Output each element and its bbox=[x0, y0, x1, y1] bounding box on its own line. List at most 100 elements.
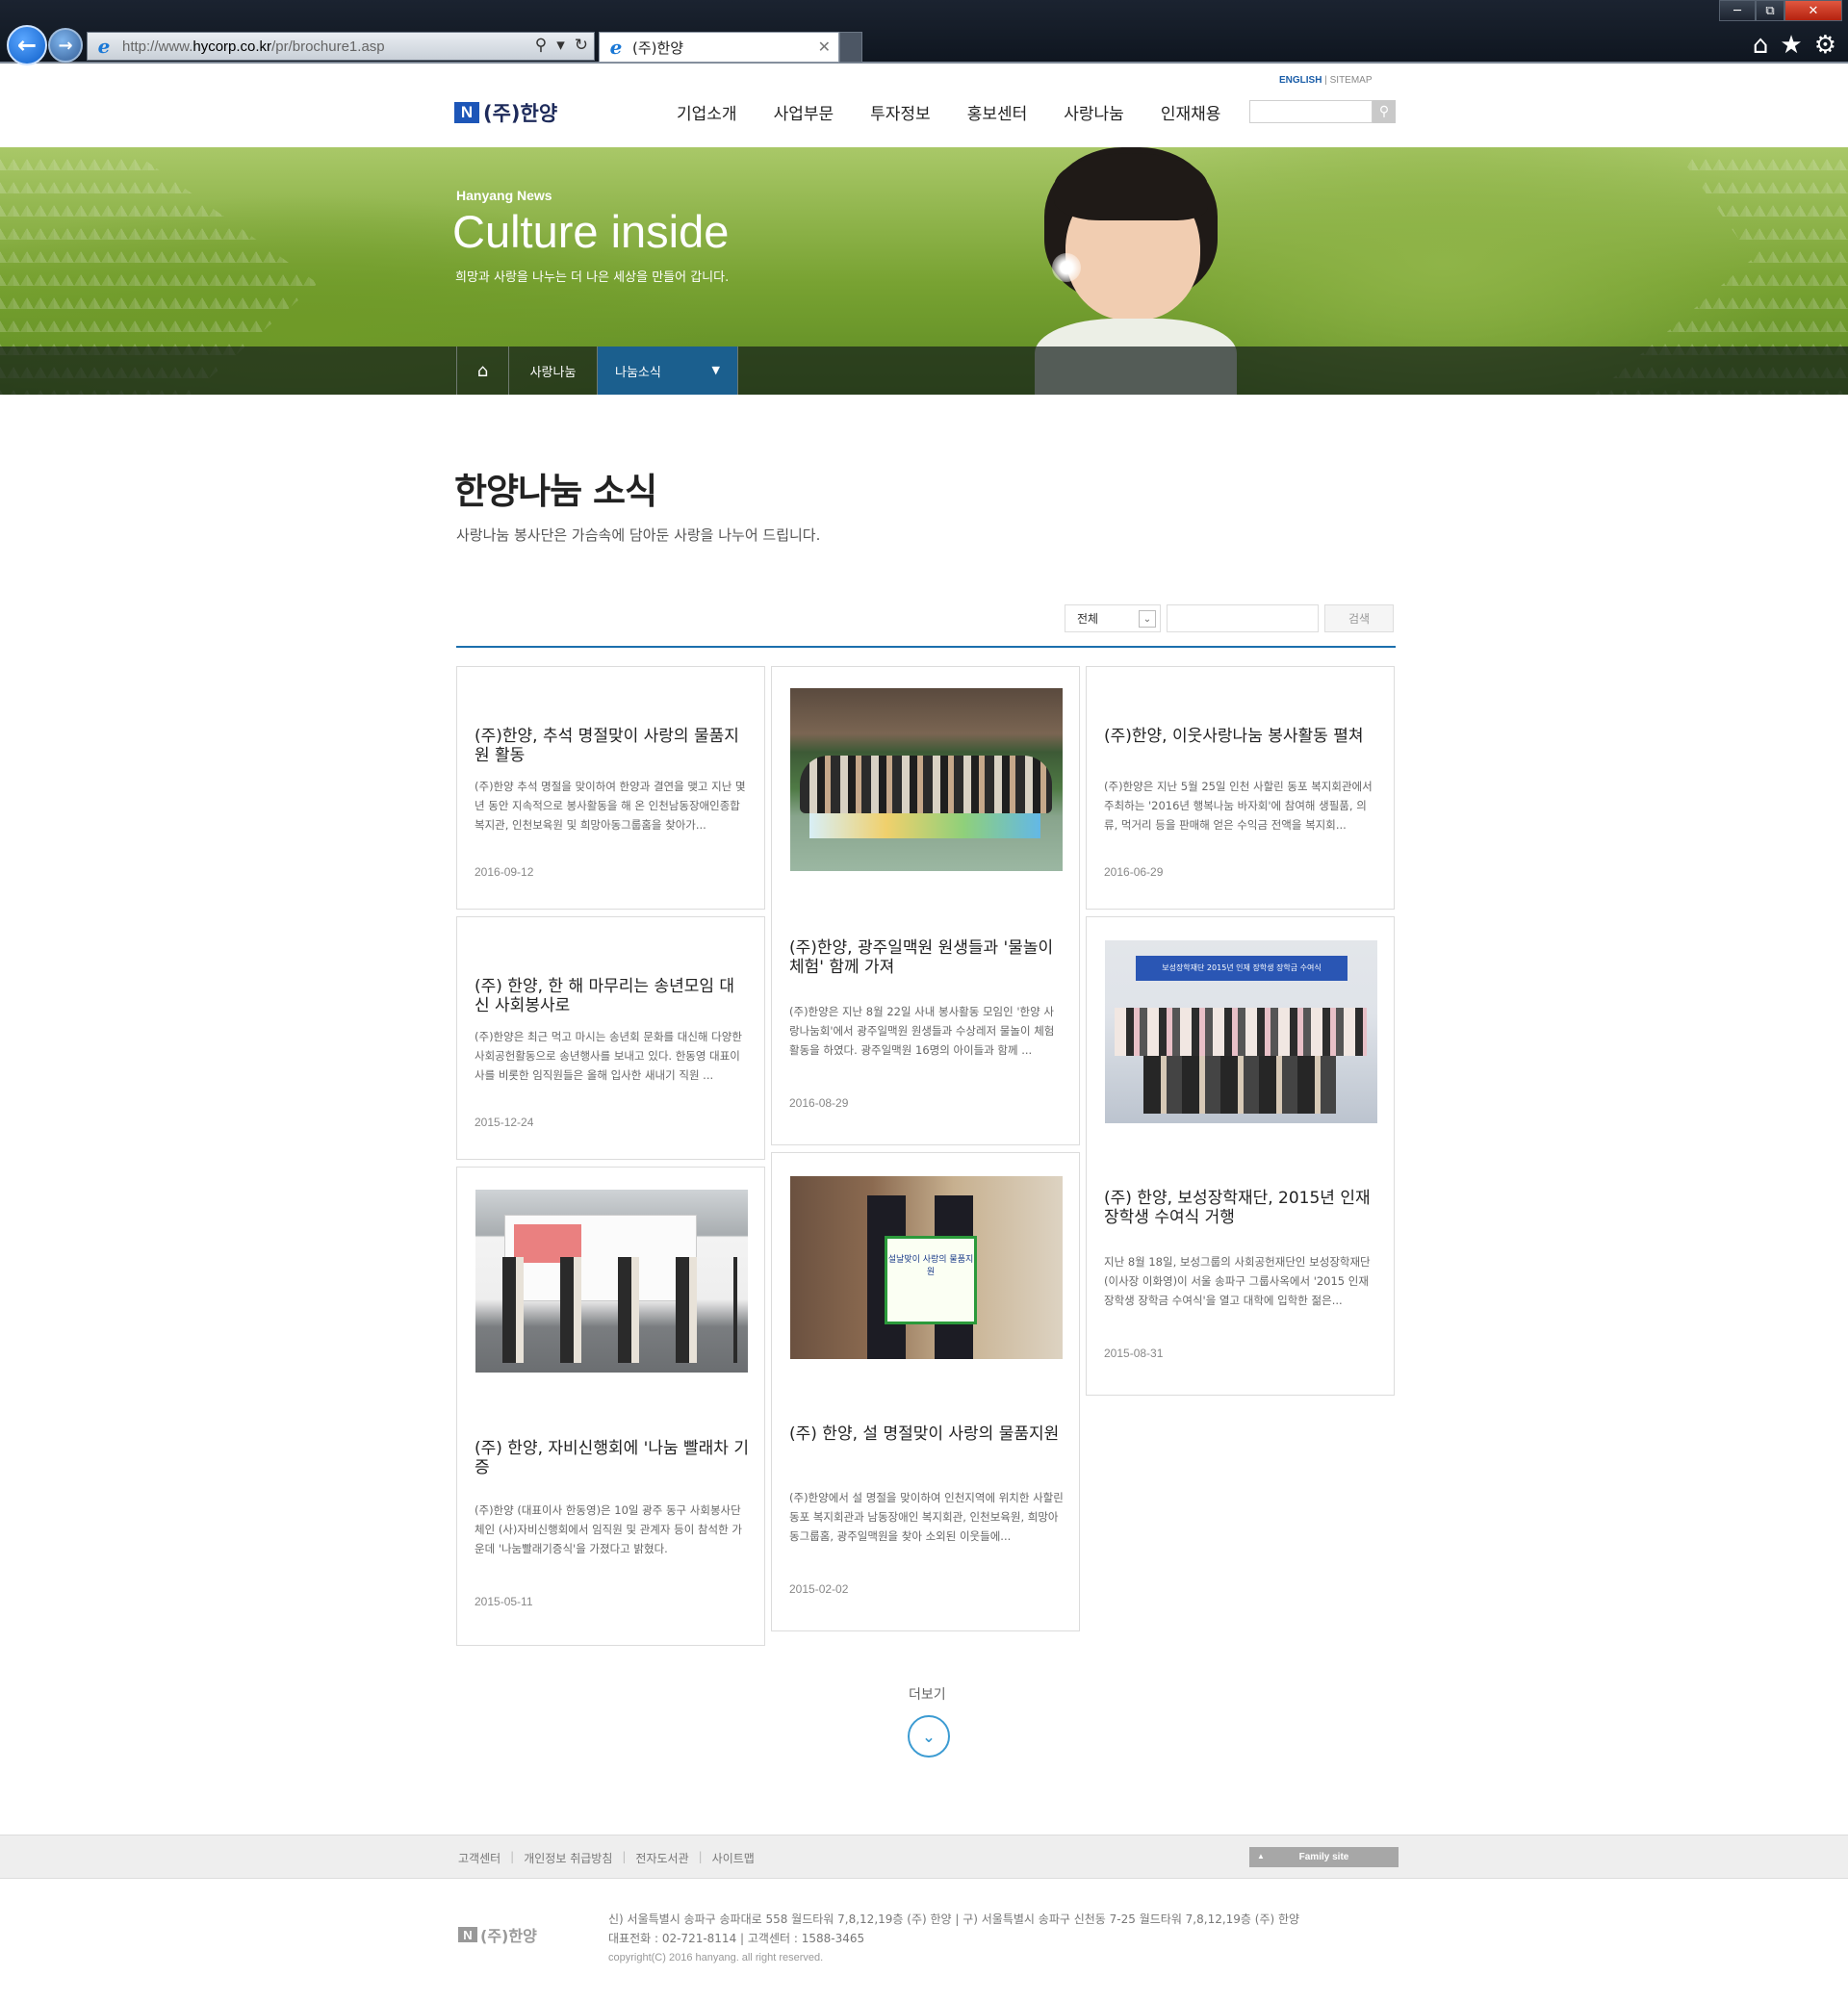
tab-title: (주)한양 bbox=[632, 38, 684, 57]
card-excerpt: (주)한양은 지난 8월 22일 사내 봉사활동 모임인 '한양 사랑나눔회'에… bbox=[789, 1005, 1055, 1057]
card-title[interactable]: (주) 한양, 설 명절맞이 사랑의 물품지원 bbox=[789, 1424, 1064, 1444]
card-title[interactable]: (주)한양, 이웃사랑나눔 봉사활동 펼쳐 bbox=[1104, 727, 1378, 746]
banner-title: Culture inside bbox=[452, 206, 730, 257]
site-search-input[interactable] bbox=[1249, 100, 1373, 123]
site-search-button[interactable]: ⚲ bbox=[1373, 100, 1396, 123]
english-link[interactable]: ENGLISH bbox=[1279, 75, 1322, 86]
breadcrumb-level2-label: 나눔소식 bbox=[615, 365, 661, 380]
breadcrumb-level1[interactable]: 사랑나눔 bbox=[509, 346, 598, 395]
caret-up-icon: ▲ bbox=[1257, 1852, 1265, 1861]
keyword-input[interactable] bbox=[1167, 604, 1319, 632]
dropdown-icon[interactable]: ▾ bbox=[556, 36, 565, 55]
logo-mark-icon: N bbox=[454, 102, 479, 123]
family-site-label: Family site bbox=[1298, 1852, 1349, 1862]
caret-down-icon: ▼ bbox=[711, 364, 720, 376]
card-title[interactable]: (주)한양, 추석 명절맞이 사랑의 물품지원 활동 bbox=[475, 727, 749, 765]
footer-link-sitemap[interactable]: 사이트맵 bbox=[712, 1850, 755, 1866]
close-icon[interactable]: ✕ bbox=[818, 38, 831, 56]
card-thumbnail[interactable]: 보성장학재단 2015년 인재 장학생 장학금 수여식 bbox=[1105, 940, 1377, 1123]
card-thumbnail[interactable] bbox=[790, 688, 1063, 871]
utility-links: ENGLISH | SITEMAP bbox=[1279, 75, 1373, 86]
board-search-button[interactable]: 검색 bbox=[1324, 604, 1394, 632]
card-title[interactable]: (주)한양, 광주일맥원 원생들과 '물놀이 체험' 함께 가져 bbox=[789, 938, 1064, 977]
logo-mark-icon: N bbox=[458, 1927, 477, 1942]
nav-item-recruit[interactable]: 인재채용 bbox=[1161, 100, 1221, 124]
breadcrumb-level2[interactable]: 나눔소식 ▼ bbox=[598, 346, 738, 395]
logo-text: (주)한양 bbox=[483, 102, 558, 125]
nav-item-business[interactable]: 사업부문 bbox=[774, 100, 834, 124]
forward-button[interactable]: → bbox=[48, 28, 83, 63]
ie-icon: e bbox=[97, 35, 111, 58]
banner-description: 희망과 사랑을 나누는 더 나은 세상을 만들어 갑니다. bbox=[455, 270, 730, 285]
category-select[interactable]: 전체 ⌄ bbox=[1065, 604, 1161, 632]
back-button[interactable]: ← bbox=[7, 25, 47, 65]
chevron-down-icon: ⌄ bbox=[1139, 610, 1156, 628]
footer-link-privacy[interactable]: 개인정보 취급방침 bbox=[524, 1850, 612, 1866]
news-card[interactable]: (주)한양, 광주일맥원 원생들과 '물놀이 체험' 함께 가져 (주)한양은 … bbox=[771, 666, 1080, 1145]
card-title[interactable]: (주) 한양, 보성장학재단, 2015년 인재 장학생 수여식 거행 bbox=[1104, 1189, 1378, 1227]
news-card[interactable]: 설날맞이 사랑의 물품지원 (주) 한양, 설 명절맞이 사랑의 물품지원 (주… bbox=[771, 1152, 1080, 1631]
card-excerpt: (주)한양에서 설 명절을 맞이하여 인천지역에 위치한 사할린동포 복지회관과… bbox=[789, 1491, 1064, 1543]
card-date: 2015-05-11 bbox=[475, 1595, 533, 1608]
sitemap-link[interactable]: SITEMAP bbox=[1330, 75, 1373, 86]
card-thumbnail[interactable]: 설날맞이 사랑의 물품지원 bbox=[790, 1176, 1063, 1359]
card-date: 2015-12-24 bbox=[475, 1116, 534, 1129]
footer-copyright: copyright(C) 2016 hanyang. all right res… bbox=[608, 1952, 824, 1964]
news-card[interactable]: (주)한양, 추석 명절맞이 사랑의 물품지원 활동 (주)한양 추석 명절을 … bbox=[456, 666, 765, 910]
url-path: /pr/brochure1.asp bbox=[271, 38, 385, 55]
maximize-button[interactable]: ⧉ bbox=[1756, 0, 1784, 21]
page-description: 사랑나눔 봉사단은 가슴속에 담아둔 사랑을 나누어 드립니다. bbox=[456, 526, 821, 544]
footer-link-library[interactable]: 전자도서관 bbox=[635, 1850, 688, 1866]
search-icon: ⚲ bbox=[1378, 104, 1390, 119]
hero-banner: Hanyang News Culture inside 희망과 사랑을 나누는 … bbox=[0, 147, 1848, 395]
search-icon[interactable]: ⚲ bbox=[535, 36, 547, 55]
footer-links-bar: 고객센터 | 개인정보 취급방침 | 전자도서관 | 사이트맵 ▲ Family si… bbox=[0, 1835, 1848, 1879]
refresh-icon[interactable]: ↻ bbox=[575, 36, 588, 55]
url-prefix: http://www. bbox=[122, 38, 193, 55]
new-tab-button[interactable] bbox=[839, 32, 862, 63]
nav-item-company[interactable]: 기업소개 bbox=[677, 100, 737, 124]
minimize-button[interactable]: ─ bbox=[1719, 0, 1756, 21]
card-thumbnail[interactable] bbox=[475, 1190, 748, 1373]
news-card[interactable]: (주) 한양, 자비신행회에 '나눔 빨래차 기증 (주)한양 (대표이사 한동… bbox=[456, 1167, 765, 1646]
address-url: http://www.hycorp.co.kr/pr/brochure1.asp bbox=[122, 38, 385, 55]
news-card[interactable]: (주)한양, 이웃사랑나눔 봉사활동 펼쳐 (주)한양은 지난 5월 25일 인… bbox=[1086, 666, 1395, 910]
footer-info: 신) 서울특별시 송파구 송파대로 558 월드타워 7,8,12,19층 (주… bbox=[608, 1910, 1299, 1967]
browser-tab[interactable]: e (주)한양 ✕ bbox=[599, 32, 839, 63]
category-select-value: 전체 bbox=[1077, 612, 1099, 626]
nav-item-sharing[interactable]: 사랑나눔 bbox=[1064, 100, 1124, 124]
site-logo[interactable]: N (주)한양 bbox=[454, 98, 557, 127]
footer-address: 신) 서울특별시 송파구 송파대로 558 월드타워 7,8,12,19층 (주… bbox=[608, 1912, 1300, 1926]
card-date: 2015-08-31 bbox=[1104, 1347, 1164, 1360]
ie-icon: e bbox=[609, 36, 623, 59]
photo-sign-text: 설날맞이 사랑의 물품지원 bbox=[885, 1236, 977, 1324]
card-excerpt: (주)한양은 최근 먹고 마시는 송년회 문화를 대신해 다양한 사회공헌활동으… bbox=[475, 1030, 742, 1082]
family-site-select[interactable]: ▲ Family site bbox=[1249, 1847, 1399, 1867]
settings-gear-icon[interactable]: ⚙ bbox=[1814, 31, 1836, 60]
card-date: 2015-02-02 bbox=[789, 1582, 849, 1596]
nav-item-pr[interactable]: 홍보센터 bbox=[967, 100, 1028, 124]
footer-logo-text: (주)한양 bbox=[480, 1927, 537, 1945]
main-nav: 기업소개 사업부문 투자정보 홍보센터 사랑나눔 인재채용 bbox=[677, 100, 1220, 124]
card-title[interactable]: (주) 한양, 자비신행회에 '나눔 빨래차 기증 bbox=[475, 1439, 749, 1477]
news-card[interactable]: 보성장학재단 2015년 인재 장학생 장학금 수여식 (주) 한양, 보성장학… bbox=[1086, 916, 1395, 1396]
news-card[interactable]: (주) 한양, 한 해 마무리는 송년모임 대신 사회봉사로 (주)한양은 최근… bbox=[456, 916, 765, 1160]
footer-link-customer[interactable]: 고객센터 bbox=[458, 1850, 500, 1866]
card-date: 2016-06-29 bbox=[1104, 865, 1164, 879]
more-label[interactable]: 더보기 bbox=[909, 1684, 946, 1704]
chevron-down-icon: ⌄ bbox=[922, 1727, 936, 1746]
address-bar[interactable]: e http://www.hycorp.co.kr/pr/brochure1.a… bbox=[87, 32, 595, 61]
window-close-button[interactable]: ✕ bbox=[1784, 0, 1842, 21]
card-excerpt: (주)한양은 지난 5월 25일 인천 사할린 동포 복지회관에서 주최하는 '… bbox=[1104, 780, 1373, 832]
home-icon[interactable]: ⌂ bbox=[1753, 31, 1769, 60]
more-button[interactable]: ⌄ bbox=[908, 1715, 950, 1758]
site-search: ⚲ bbox=[1249, 100, 1396, 123]
banner-subtitle: Hanyang News bbox=[456, 188, 552, 203]
card-excerpt: 지난 8월 18일, 보성그룹의 사회공헌재단인 보성장학재단(이사장 이화영)… bbox=[1104, 1255, 1371, 1307]
nav-item-investor[interactable]: 투자정보 bbox=[870, 100, 931, 124]
home-icon[interactable]: ⌂ bbox=[457, 346, 509, 395]
card-title[interactable]: (주) 한양, 한 해 마무리는 송년모임 대신 사회봉사로 bbox=[475, 977, 749, 1015]
divider bbox=[456, 646, 1396, 648]
util-separator: | bbox=[1324, 75, 1327, 86]
favorites-star-icon[interactable]: ★ bbox=[1780, 31, 1802, 60]
